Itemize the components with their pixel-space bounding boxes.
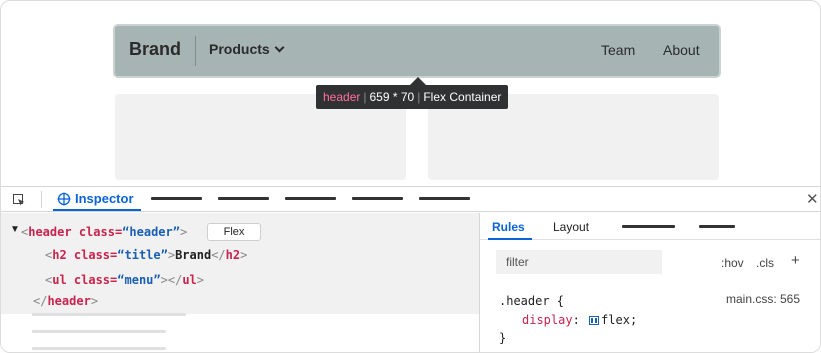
markup-punct: >	[196, 273, 204, 287]
rule-source-link[interactable]: main.css: 565	[726, 292, 800, 306]
element-highlight-tooltip: header | 659 * 70 | Flex Container	[316, 85, 509, 109]
tab-placeholder[interactable]	[419, 197, 470, 200]
hov-toggle[interactable]: :hov	[721, 256, 744, 270]
tab-rules[interactable]: Rules	[492, 220, 525, 234]
products-label: Products	[209, 41, 270, 57]
markup-tag: ul	[182, 273, 197, 287]
markup-attr: class=	[71, 225, 123, 239]
tab-placeholder[interactable]	[218, 197, 269, 200]
window-frame: Brand Products Team About header | 659 * 7…	[0, 0, 821, 353]
tab-placeholder[interactable]	[151, 197, 202, 200]
markup-punct: </	[33, 294, 48, 308]
markup-view: ▼ <header class=“header”> Flex <h2 class…	[1, 213, 479, 352]
markup-node-header-close[interactable]: </header>	[33, 294, 98, 308]
brand-divider	[195, 36, 196, 66]
markup-punct: >	[240, 248, 248, 262]
markup-tag: h2	[52, 248, 67, 262]
brand-title[interactable]: Brand	[129, 39, 181, 60]
cls-toggle[interactable]: .cls	[756, 256, 774, 270]
tooltip-arrow	[410, 77, 426, 85]
close-icon[interactable]: ✕	[806, 190, 819, 208]
add-rule-button[interactable]: +	[791, 252, 800, 269]
tab-placeholder[interactable]	[285, 197, 336, 200]
markup-punct: >	[179, 225, 188, 239]
chevron-down-icon	[274, 42, 285, 53]
tab-placeholder[interactable]	[699, 225, 735, 228]
tab-inspector[interactable]: Inspector	[53, 187, 134, 211]
css-semicolon: ;	[629, 313, 638, 327]
tooltip-separator: |	[363, 90, 367, 104]
tab-placeholder[interactable]	[352, 197, 403, 200]
markup-tag: ul	[52, 273, 67, 287]
rule-close-brace: }	[499, 331, 507, 345]
tooltip-size: 659 * 70	[369, 90, 415, 104]
element-picker-icon[interactable]	[13, 194, 25, 206]
markup-node-ul[interactable]: <ul class=“menu”></ul>	[45, 273, 204, 287]
rule-declaration[interactable]: display: flex;	[522, 313, 637, 327]
markup-attr: class=	[66, 273, 118, 287]
markup-attr: class=	[66, 248, 118, 262]
markup-attr-value: “title”	[117, 248, 168, 262]
expand-triangle-icon[interactable]: ▼	[10, 224, 20, 235]
active-tab-indicator	[488, 238, 532, 240]
markup-node-header[interactable]: <header class=“header”>	[21, 225, 187, 239]
nav-team-link[interactable]: Team	[601, 42, 635, 58]
css-value: flex	[601, 313, 630, 327]
rules-filter-input[interactable]	[496, 250, 662, 274]
markup-tag: header	[28, 225, 72, 239]
tooltip-separator: |	[417, 90, 421, 104]
markup-tag: h2	[225, 248, 241, 262]
inspector-icon	[57, 192, 71, 206]
flexbox-highlighter-icon[interactable]	[589, 316, 600, 325]
markup-punct: >	[167, 248, 176, 262]
markup-punct: ></	[160, 273, 183, 287]
rules-sidebar: Rules Layout :hov .cls + .header { main.…	[480, 213, 820, 352]
css-colon: :	[572, 313, 588, 327]
page-header[interactable]: Brand Products Team About	[115, 26, 719, 76]
tab-placeholder[interactable]	[622, 225, 675, 228]
devtools-toolbar: Inspector ✕	[1, 186, 820, 212]
markup-node-h2[interactable]: <h2 class=“title”>Brand</h2>	[45, 248, 247, 262]
markup-punct: >	[90, 294, 99, 308]
css-property: display	[522, 313, 573, 327]
nav-about-link[interactable]: About	[663, 42, 700, 58]
tooltip-tag: header	[323, 90, 361, 104]
toolbar-divider	[41, 191, 42, 208]
markup-tag: header	[47, 294, 91, 308]
tab-layout[interactable]: Layout	[553, 220, 589, 234]
markup-placeholder-line	[32, 313, 186, 316]
sidebar-tabs: Rules Layout	[480, 213, 820, 240]
tab-inspector-label: Inspector	[75, 191, 134, 206]
markup-attr-value: “header”	[122, 225, 180, 239]
markup-text: Brand	[175, 248, 212, 262]
markup-attr-value: “menu”	[117, 273, 161, 287]
flex-badge[interactable]: Flex	[207, 223, 261, 241]
tooltip-kind: Flex Container	[423, 90, 502, 104]
active-tab-indicator	[53, 209, 141, 211]
markup-punct: </	[211, 248, 226, 262]
markup-placeholder-line	[32, 347, 166, 350]
markup-placeholder-line	[32, 330, 166, 333]
products-menu[interactable]: Products	[209, 41, 285, 57]
rule-selector[interactable]: .header {	[499, 294, 564, 308]
